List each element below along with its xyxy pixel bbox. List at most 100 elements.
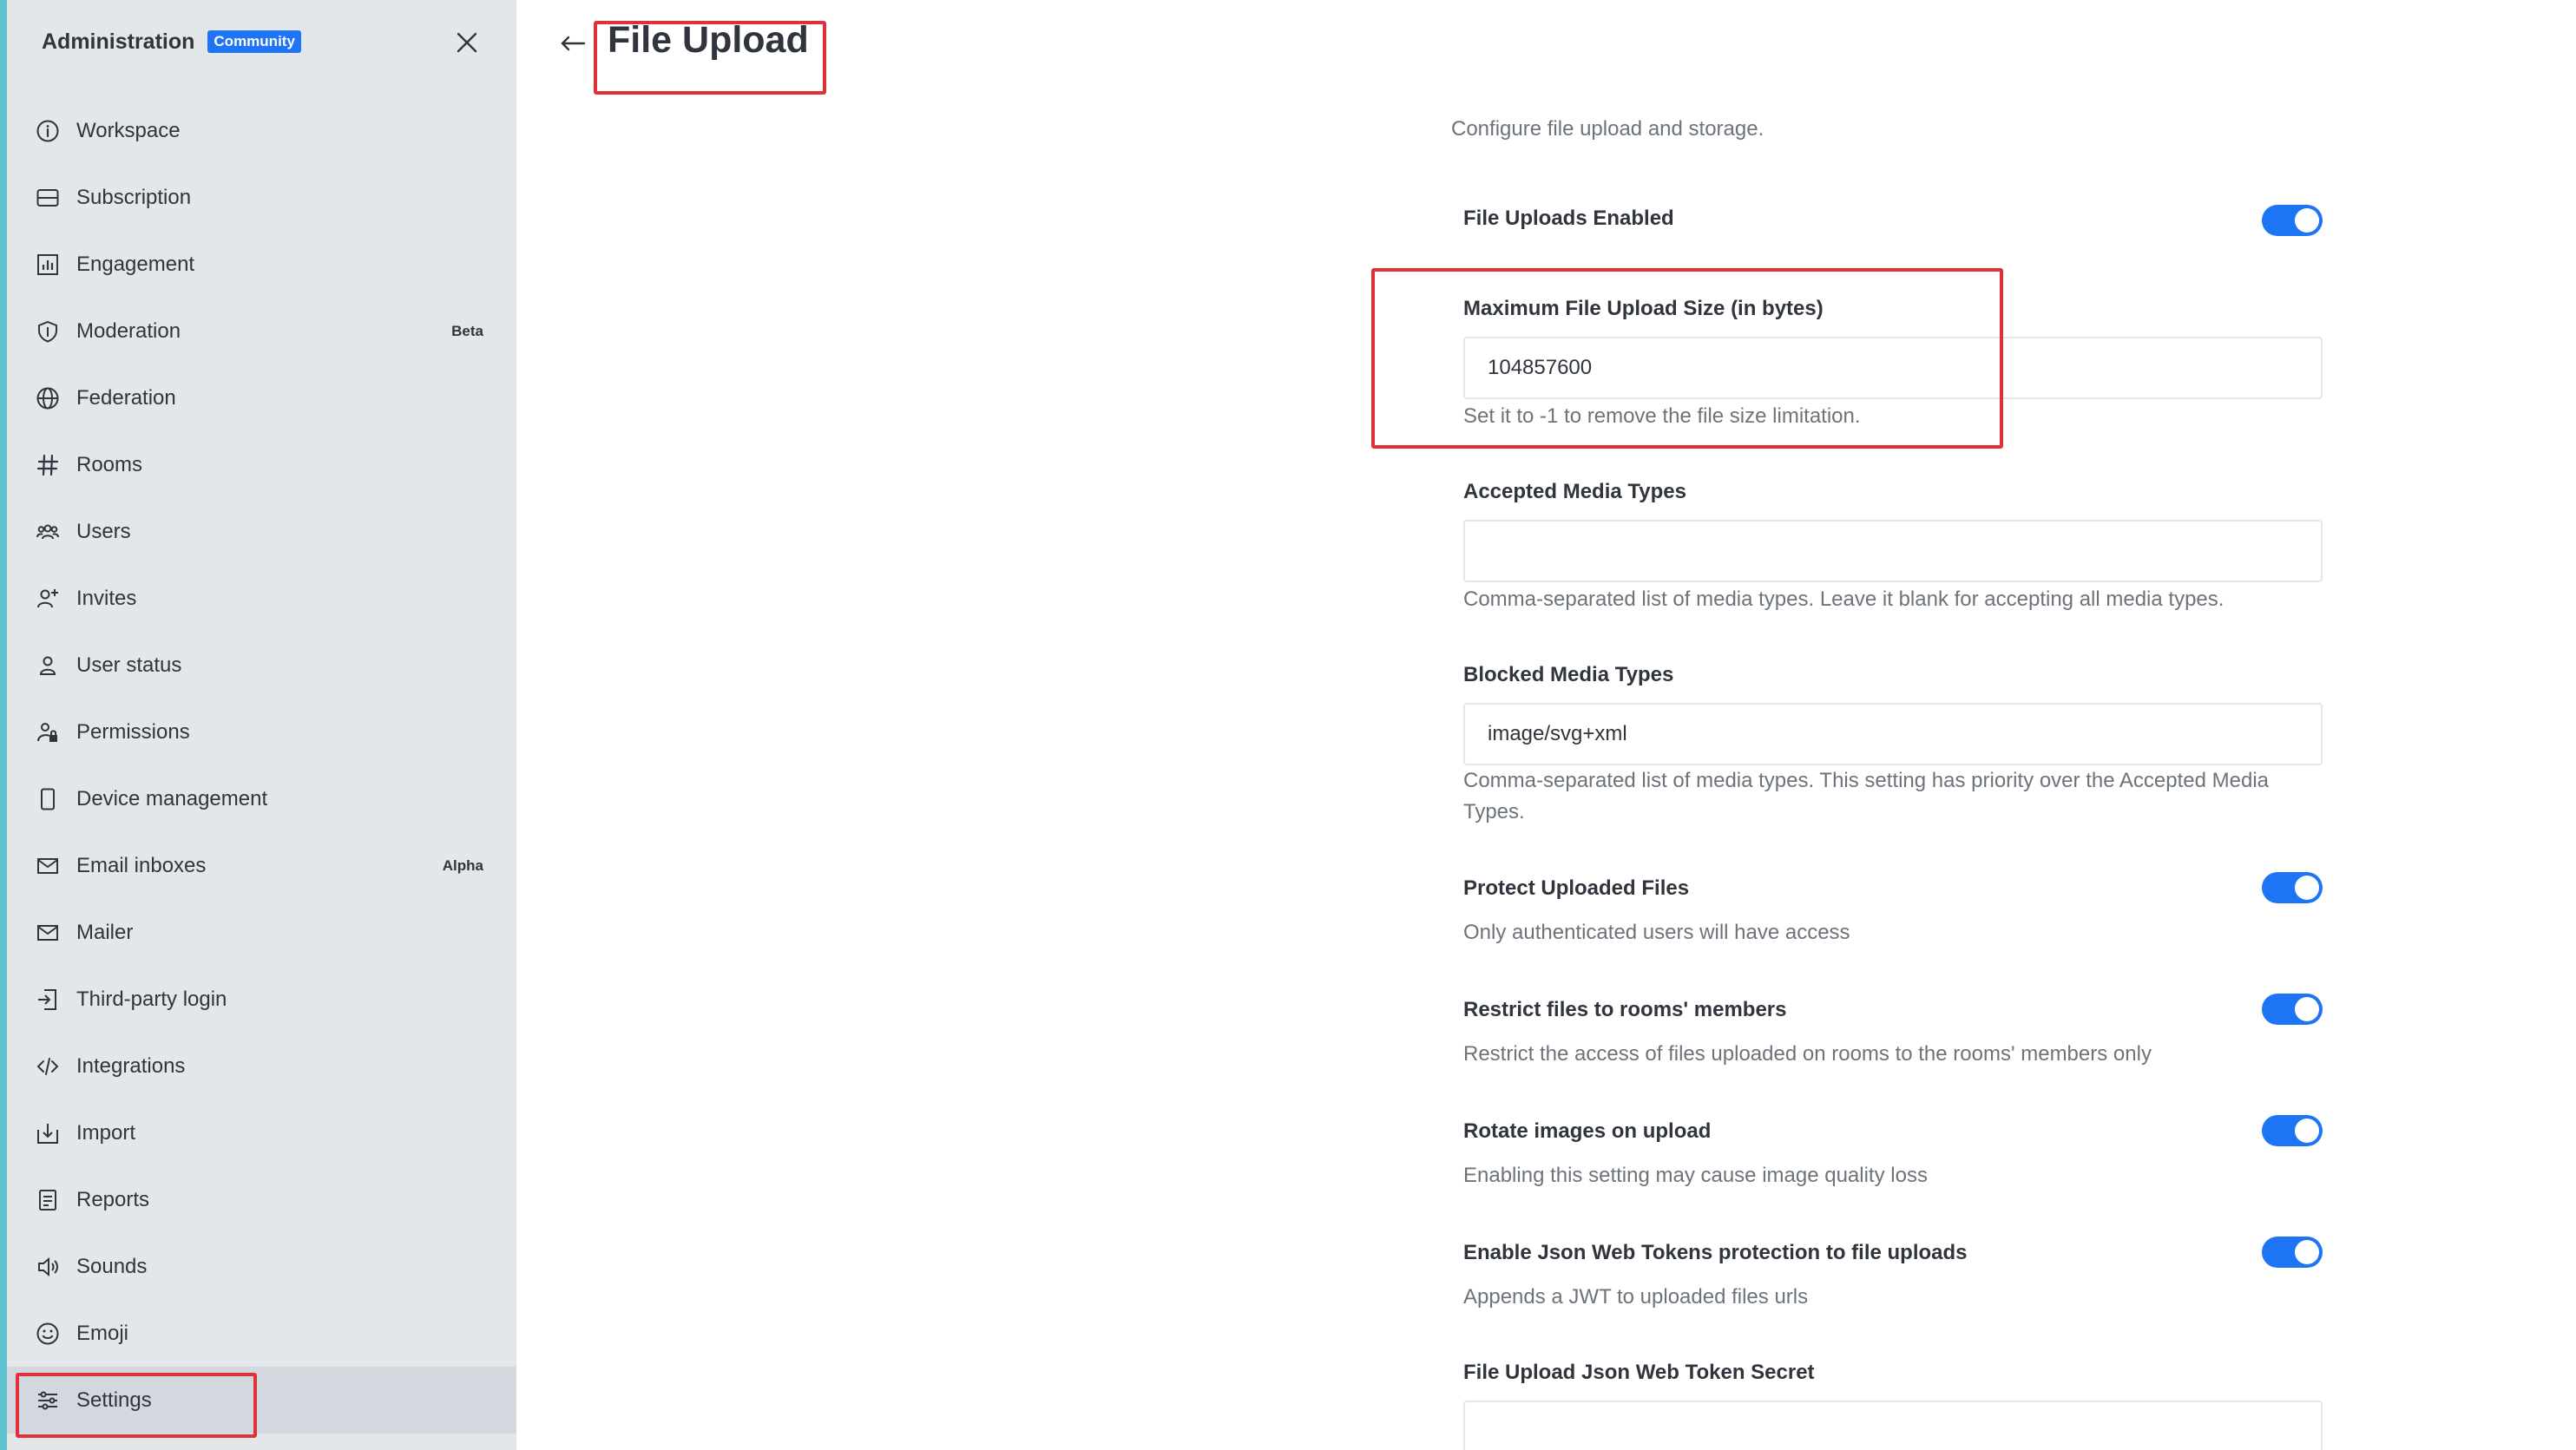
sidebar-item-label: Emoji xyxy=(76,1321,129,1345)
sidebar-item-mailer[interactable]: Mailer xyxy=(7,899,516,966)
sidebar-item-reports[interactable]: Reports xyxy=(7,1166,516,1233)
toggle-knob xyxy=(2295,208,2319,233)
document-icon xyxy=(35,1187,61,1213)
sidebar-item-label: Device management xyxy=(76,786,268,810)
setting-label: File Upload Json Web Token Secret xyxy=(1463,1361,1815,1384)
hashtag-icon xyxy=(35,452,61,478)
user-lock-icon xyxy=(35,719,61,745)
sidebar-item-workspace[interactable]: Workspace xyxy=(7,97,516,164)
sidebar-item-label: Moderation xyxy=(76,318,181,343)
setting-restrict-files-to-rooms: Restrict files to rooms' members Restric… xyxy=(1463,994,2323,1072)
restrict-files-to-rooms-toggle[interactable] xyxy=(2262,994,2323,1025)
setting-label: Enable Json Web Tokens protection to fil… xyxy=(1463,1241,1968,1264)
sidebar-title: Administration xyxy=(42,29,195,54)
sidebar-item-label: Subscription xyxy=(76,185,192,209)
sidebar-item-label: Permissions xyxy=(76,719,190,744)
sidebar-item-subscription[interactable]: Subscription xyxy=(7,164,516,231)
toggle-knob xyxy=(2295,1240,2319,1264)
speaker-icon xyxy=(35,1254,61,1280)
sidebar-item-import[interactable]: Import xyxy=(7,1099,516,1166)
setting-file-uploads-enabled: File Uploads Enabled xyxy=(1463,205,2323,236)
card-icon xyxy=(35,185,61,211)
setting-hint: Comma-separated list of media types. Lea… xyxy=(1463,587,2224,611)
sidebar-item-engagement[interactable]: Engagement xyxy=(7,231,516,298)
setting-max-file-size: Maximum File Upload Size (in bytes) 1048… xyxy=(1463,297,2323,436)
setting-hint: Comma-separated list of media types. Thi… xyxy=(1463,769,2269,823)
section-description: Configure file upload and storage. xyxy=(1451,117,1764,141)
setting-label: File Uploads Enabled xyxy=(1463,207,1674,230)
mail-icon xyxy=(35,920,61,946)
alpha-tag: Alpha xyxy=(442,856,483,874)
sidebar-item-invites[interactable]: Invites xyxy=(7,565,516,632)
sidebar-item-third-party-login[interactable]: Third-party login xyxy=(7,966,516,1033)
accepted-media-types-input[interactable] xyxy=(1463,520,2323,582)
setting-hint: Appends a JWT to uploaded files urls xyxy=(1463,1285,1809,1309)
setting-label: Accepted Media Types xyxy=(1463,480,1686,503)
community-badge: Community xyxy=(207,30,301,53)
info-circle-icon xyxy=(35,118,61,144)
accent-strip xyxy=(0,0,7,1450)
sidebar-item-label: Workspace xyxy=(76,118,181,142)
sidebar-item-label: Federation xyxy=(76,385,176,410)
setting-protect-uploaded-files: Protect Uploaded Files Only authenticate… xyxy=(1463,872,2323,950)
login-icon xyxy=(35,987,61,1013)
sidebar-item-emoji[interactable]: Emoji xyxy=(7,1300,516,1367)
sidebar-item-users[interactable]: Users xyxy=(7,498,516,565)
mobile-icon xyxy=(35,786,61,812)
file-uploads-enabled-toggle[interactable] xyxy=(2262,205,2323,236)
back-button[interactable] xyxy=(555,26,590,61)
setting-rotate-images: Rotate images on upload Enabling this se… xyxy=(1463,1115,2323,1193)
team-icon xyxy=(35,519,61,545)
import-icon xyxy=(35,1120,61,1146)
arrow-back-icon xyxy=(561,36,586,51)
sidebar-item-device-management[interactable]: Device management xyxy=(7,765,516,832)
sidebar-item-label: Reports xyxy=(76,1187,150,1211)
sidebar-item-label: Mailer xyxy=(76,920,134,944)
sidebar-item-rooms[interactable]: Rooms xyxy=(7,431,516,498)
sidebar-item-sounds[interactable]: Sounds xyxy=(7,1233,516,1300)
setting-hint: Set it to -1 to remove the file size lim… xyxy=(1463,404,1861,428)
sidebar-item-moderation[interactable]: Moderation Beta xyxy=(7,298,516,364)
sidebar-item-permissions[interactable]: Permissions xyxy=(7,699,516,765)
setting-jwt-protection: Enable Json Web Tokens protection to fil… xyxy=(1463,1237,2323,1315)
user-plus-icon xyxy=(35,586,61,612)
sidebar-item-federation[interactable]: Federation xyxy=(7,364,516,431)
setting-blocked-media-types: Blocked Media Types image/svg+xml Comma-… xyxy=(1463,663,2323,837)
sidebar-item-label: Sounds xyxy=(76,1254,148,1278)
sidebar-item-label: Engagement xyxy=(76,252,195,276)
max-file-size-input[interactable]: 104857600 xyxy=(1463,337,2323,399)
sidebar-item-label: Users xyxy=(76,519,131,543)
sidebar-item-user-status[interactable]: User status xyxy=(7,632,516,699)
sidebar-item-label: Rooms xyxy=(76,452,143,476)
admin-sidebar: Administration Community Workspace Subsc… xyxy=(7,0,516,1450)
sidebar-item-label: Email inboxes xyxy=(76,853,207,877)
protect-uploaded-files-toggle[interactable] xyxy=(2262,872,2323,903)
setting-label: Maximum File Upload Size (in bytes) xyxy=(1463,297,1824,320)
blocked-media-types-input[interactable]: image/svg+xml xyxy=(1463,703,2323,765)
beta-tag: Beta xyxy=(451,322,483,339)
user-icon xyxy=(35,653,61,679)
sidebar-item-label: Invites xyxy=(76,586,137,610)
setting-label: Blocked Media Types xyxy=(1463,663,1674,686)
sidebar-item-email-inboxes[interactable]: Email inboxes Alpha xyxy=(7,832,516,899)
close-sidebar-button[interactable] xyxy=(452,28,482,57)
sidebar-item-settings[interactable]: Settings xyxy=(7,1367,516,1434)
sidebar-item-label: Settings xyxy=(76,1388,152,1412)
sidebar-item-label: Import xyxy=(76,1120,136,1145)
setting-label: Protect Uploaded Files xyxy=(1463,876,1690,900)
sidebar-item-label: Integrations xyxy=(76,1053,186,1078)
emoji-icon xyxy=(35,1321,61,1347)
setting-hint: Restrict the access of files uploaded on… xyxy=(1463,1042,2152,1066)
setting-jwt-secret: File Upload Json Web Token Secret xyxy=(1463,1361,2323,1450)
page-title: File Upload xyxy=(608,19,809,61)
toggle-knob xyxy=(2295,1119,2319,1143)
close-icon xyxy=(457,32,477,53)
jwt-protection-toggle[interactable] xyxy=(2262,1237,2323,1268)
jwt-secret-input[interactable] xyxy=(1463,1401,2323,1450)
setting-hint: Enabling this setting may cause image qu… xyxy=(1463,1164,1928,1187)
sidebar-item-integrations[interactable]: Integrations xyxy=(7,1033,516,1099)
toggle-knob xyxy=(2295,997,2319,1021)
sidebar-item-label: User status xyxy=(76,653,182,677)
sidebar-header: Administration Community xyxy=(42,26,482,57)
rotate-images-toggle[interactable] xyxy=(2262,1115,2323,1146)
